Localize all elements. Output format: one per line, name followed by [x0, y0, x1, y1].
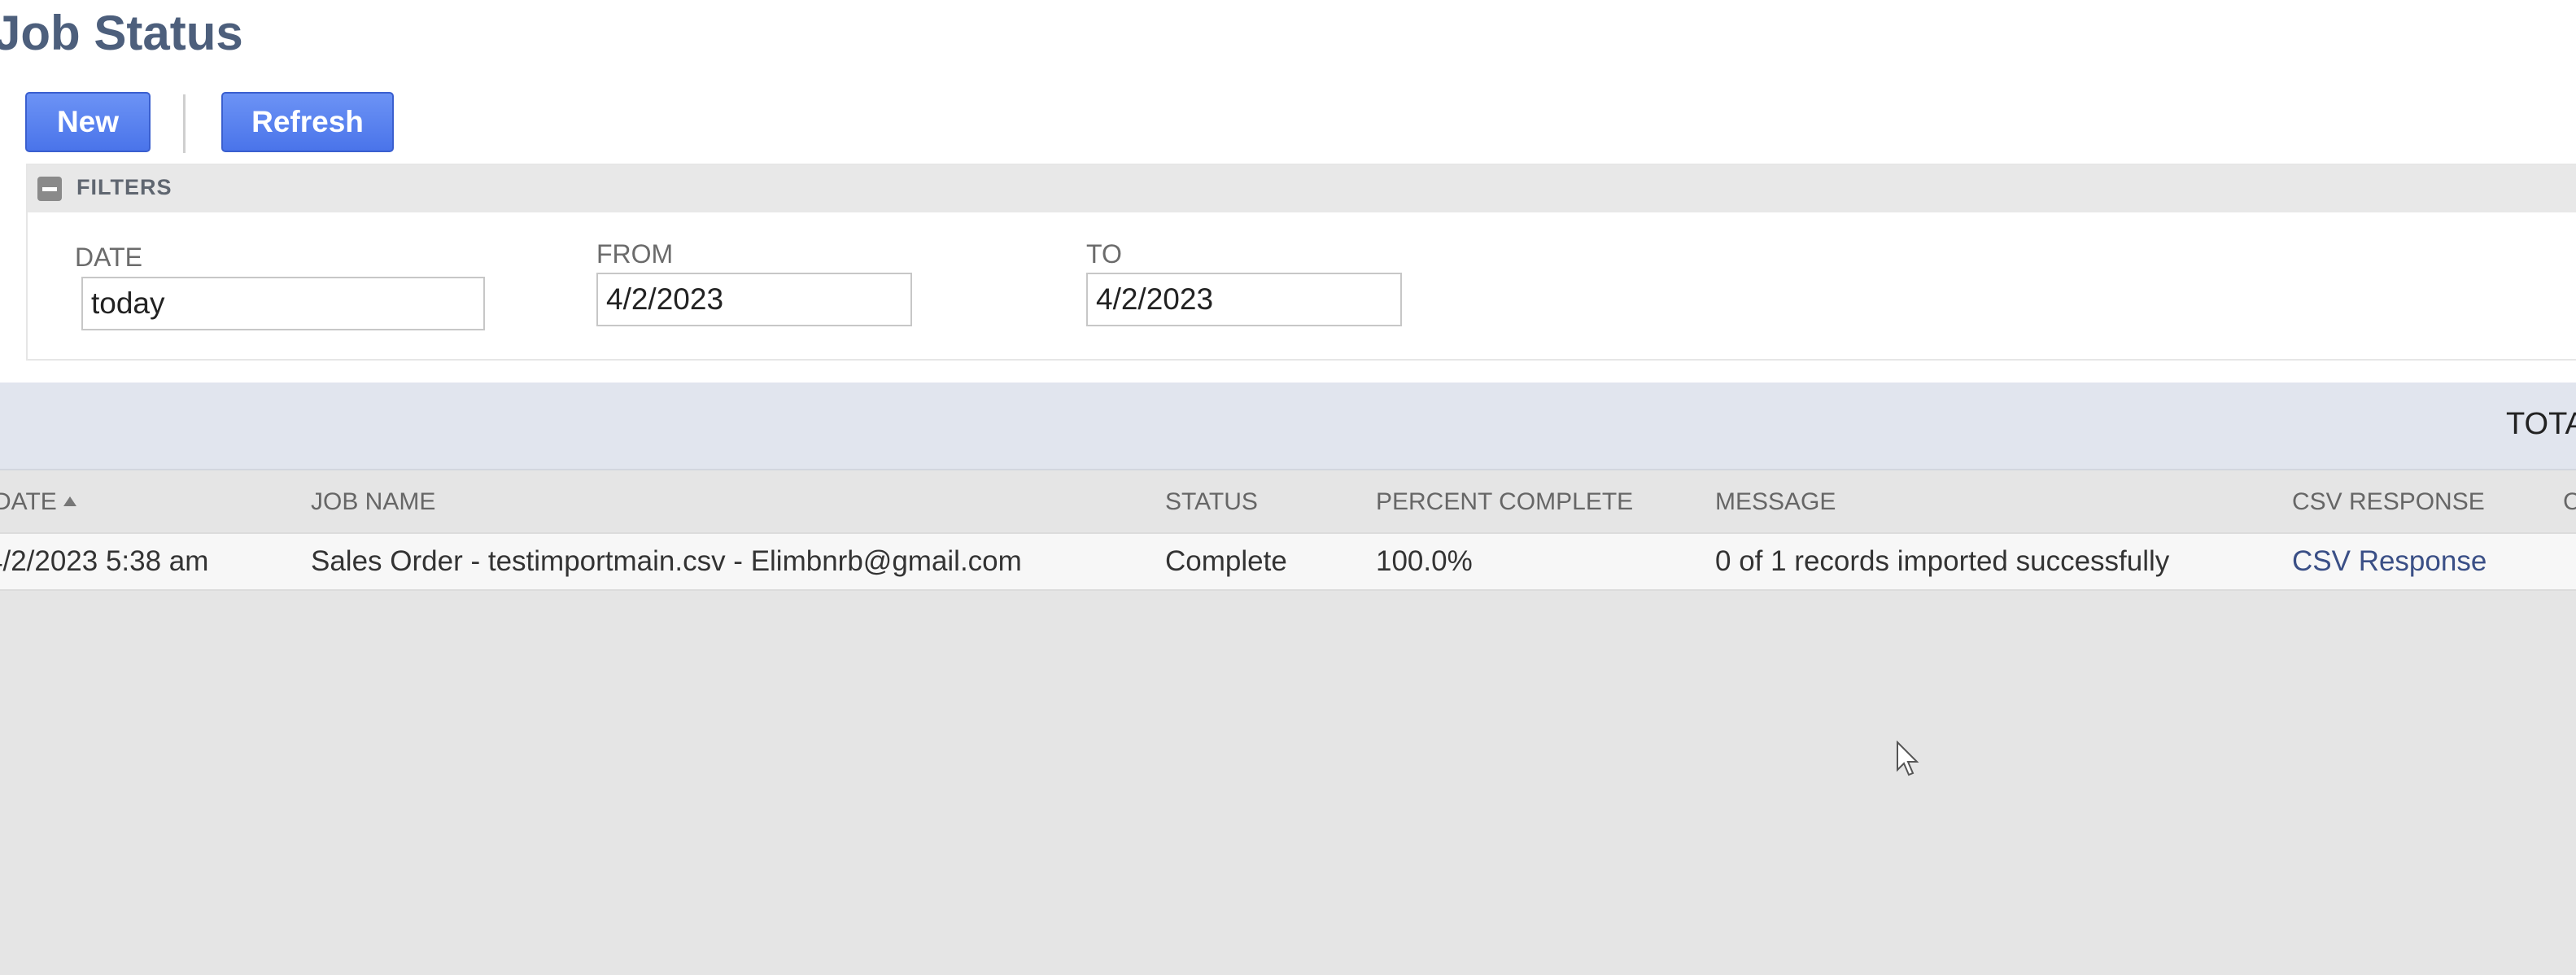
filters-panel: FILTERS DATE today FROM 4/2/2023 TO 4/2/…	[26, 164, 2576, 361]
column-header-status[interactable]: STATUS	[1165, 488, 1258, 516]
column-header-percent-complete[interactable]: PERCENT COMPLETE	[1376, 488, 1633, 516]
table-header-row: DATE JOB NAME STATUS PERCENT COMPLETE ME…	[0, 470, 2576, 532]
cell-job-name: Sales Order - testimportmain.csv - Elimb…	[311, 545, 1022, 577]
new-button[interactable]: New	[25, 92, 151, 152]
column-header-label: DATE	[0, 488, 57, 515]
results-summary-bar: TOTA	[0, 383, 2576, 470]
column-header-job-name[interactable]: JOB NAME	[311, 488, 435, 516]
from-filter-label: FROM	[596, 239, 674, 269]
page-title: Job Status	[0, 6, 243, 60]
filters-header[interactable]: FILTERS	[28, 165, 2576, 212]
cell-percent-complete: 100.0%	[1376, 545, 1473, 577]
column-header-message[interactable]: MESSAGE	[1715, 488, 1836, 516]
cell-status: Complete	[1165, 545, 1287, 577]
cell-message: 0 of 1 records imported successfully	[1715, 545, 2170, 577]
collapse-icon[interactable]	[37, 177, 62, 201]
cell-date: 4/2/2023 5:38 am	[0, 545, 209, 577]
job-status-table: DATE JOB NAME STATUS PERCENT COMPLETE ME…	[0, 470, 2576, 975]
refresh-button[interactable]: Refresh	[221, 92, 394, 152]
total-label: TOTA	[2506, 407, 2576, 441]
column-header-truncated[interactable]: C	[2563, 488, 2576, 516]
job-status-page: Job Status New Refresh FILTERS DATE toda…	[0, 0, 2576, 975]
date-filter-input[interactable]: today	[81, 277, 485, 330]
mouse-cursor-icon	[1897, 741, 1919, 776]
column-header-date[interactable]: DATE	[0, 488, 76, 516]
toolbar-divider	[183, 94, 186, 153]
to-date-input[interactable]: 4/2/2023	[1086, 273, 1402, 326]
csv-response-link[interactable]: CSV Response	[2292, 545, 2486, 578]
to-filter-label: TO	[1086, 239, 1122, 269]
column-header-csv-response[interactable]: CSV RESPONSE	[2292, 488, 2485, 516]
sort-ascending-icon	[63, 496, 76, 506]
date-filter-label: DATE	[75, 243, 142, 272]
table-row: 4/2/2023 5:38 am Sales Order - testimpor…	[0, 532, 2576, 591]
filters-label: FILTERS	[76, 175, 172, 199]
from-date-input[interactable]: 4/2/2023	[596, 273, 912, 326]
